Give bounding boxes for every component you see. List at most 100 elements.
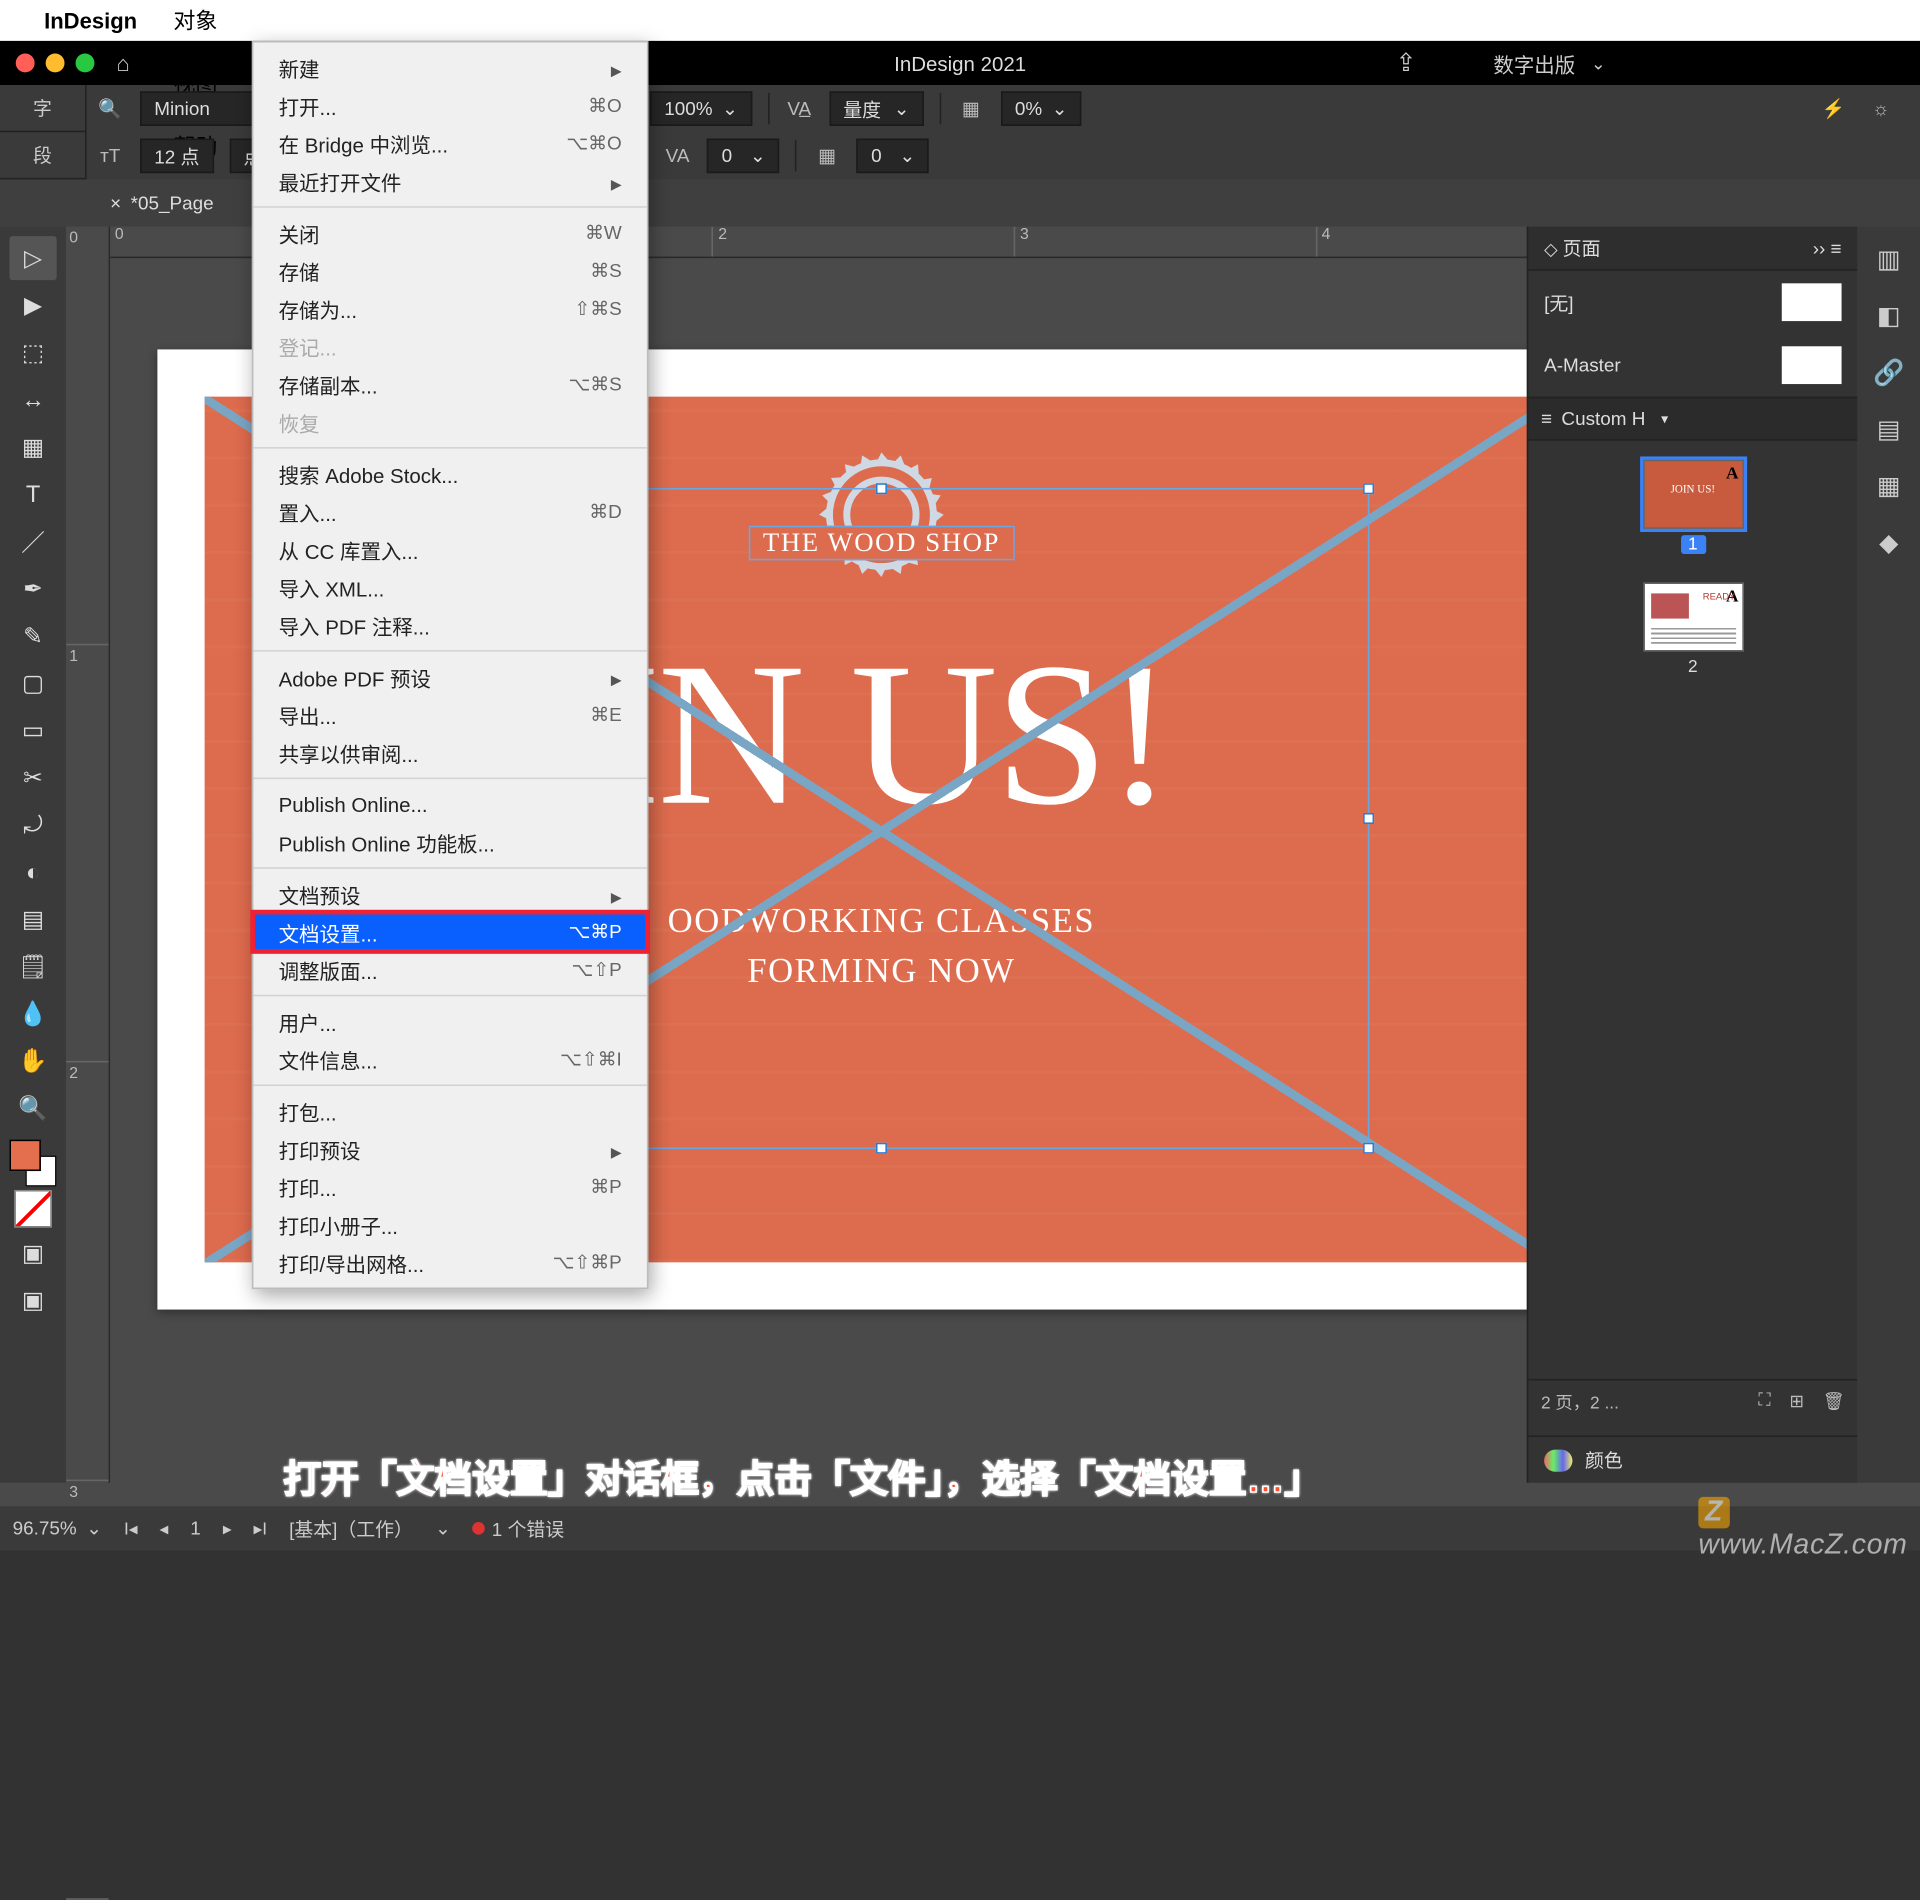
close-tab-icon[interactable]: ×: [110, 192, 121, 214]
page-thumb-2[interactable]: A READY: [1642, 582, 1743, 651]
menu-item-打印/导出网格[interactable]: 打印/导出网格...⌥⇧⌘P: [253, 1243, 647, 1281]
menu-item-文档设置[interactable]: 文档设置...⌥⌘P: [253, 913, 647, 951]
menu-item-打印小册子[interactable]: 打印小册子...: [253, 1206, 647, 1244]
panel-menu-icon[interactable]: ☼: [1867, 94, 1895, 122]
home-icon[interactable]: ⌂: [116, 50, 129, 75]
last-spread-button[interactable]: ▸I: [254, 1518, 268, 1538]
menu-item-存储[interactable]: 存储⌘S: [253, 252, 647, 290]
menu-item-AdobePDF预设[interactable]: Adobe PDF 预设: [253, 658, 647, 696]
menu-item-最近打开文件[interactable]: 最近打开文件: [253, 162, 647, 200]
normal-view-icon[interactable]: ▣: [9, 1231, 56, 1275]
default-fill-stroke[interactable]: [14, 1190, 52, 1228]
menu-item-从CC库置入[interactable]: 从 CC 库置入...: [253, 530, 647, 568]
fill-stroke-swatch[interactable]: [9, 1140, 56, 1187]
menu-表[interactable]: 表: [159, 36, 231, 67]
master-a-row[interactable]: A-Master: [1528, 334, 1857, 397]
menu-item-关闭[interactable]: 关闭⌘W: [253, 214, 647, 252]
kerning-field[interactable]: 量度⌄: [829, 91, 923, 126]
gap-tool[interactable]: ↔: [9, 378, 56, 422]
rectangle-tool[interactable]: ▭: [9, 708, 56, 752]
document-tab[interactable]: *05_Page: [131, 192, 214, 214]
tracking-field[interactable]: 0⌄: [707, 139, 779, 174]
swatches-dock-icon[interactable]: ▦: [1868, 466, 1909, 507]
menu-对象[interactable]: 对象: [159, 5, 231, 36]
scissors-tool[interactable]: ✂: [9, 756, 56, 800]
edit-page-size-icon[interactable]: ⛶: [1758, 1391, 1770, 1411]
type-tool[interactable]: T: [9, 472, 56, 516]
master-none-row[interactable]: [无]: [1528, 271, 1857, 334]
preview-view-icon[interactable]: ▣: [9, 1278, 56, 1322]
menu-item-文档预设[interactable]: 文档预设: [253, 875, 647, 913]
zoom-tool[interactable]: 🔍: [9, 1086, 56, 1130]
menu-item-打印[interactable]: 打印...⌘P: [253, 1168, 647, 1206]
menu-item-导入XML[interactable]: 导入 XML...: [253, 568, 647, 606]
page-field[interactable]: 1: [190, 1517, 201, 1539]
vertical-scale-field[interactable]: 100%⌄: [650, 91, 752, 126]
gradient-swatch-tool[interactable]: ◐: [9, 850, 56, 894]
new-page-icon[interactable]: ⊞: [1789, 1391, 1804, 1411]
menu-item-在Bridge中浏览[interactable]: 在 Bridge 中浏览...⌥⌘O: [253, 124, 647, 162]
free-transform-tool[interactable]: ⤾: [9, 803, 56, 847]
section-dropdown[interactable]: ≡ Custom H: [1528, 397, 1857, 441]
quick-apply-icon[interactable]: ⚡: [1820, 94, 1848, 122]
menu-item-打包[interactable]: 打包...: [253, 1092, 647, 1130]
rectangle-frame-tool[interactable]: ▢: [9, 661, 56, 705]
links-dock-icon[interactable]: 🔗: [1868, 353, 1909, 394]
search-icon[interactable]: 🔍: [96, 94, 124, 122]
menu-item-新建[interactable]: 新建: [253, 49, 647, 87]
first-spread-button[interactable]: I◂: [124, 1518, 138, 1538]
paragraph-mode-button[interactable]: 段: [0, 132, 85, 179]
pen-tool[interactable]: ✒: [9, 567, 56, 611]
hand-tool[interactable]: ✋: [9, 1039, 56, 1083]
stroke-dock-icon[interactable]: ▤: [1868, 409, 1909, 450]
menu-item-置入[interactable]: 置入...⌘D: [253, 493, 647, 531]
workspace-status[interactable]: [基本]（工作）: [289, 1515, 413, 1542]
preflight-status[interactable]: 1 个错误: [473, 1515, 564, 1542]
menu-item-打印预设[interactable]: 打印预设: [253, 1130, 647, 1168]
menu-item-搜索AdobeStock[interactable]: 搜索 Adobe Stock...: [253, 455, 647, 493]
baseline-pct-field[interactable]: 0%⌄: [1001, 91, 1082, 126]
close-window-button[interactable]: [16, 54, 35, 73]
menu-item-共享以供审阅[interactable]: 共享以供审阅...: [253, 733, 647, 771]
menu-item-打开[interactable]: 打开...⌘O: [253, 87, 647, 125]
page-thumbnails: A JOIN US! 1 A READY 2: [1528, 441, 1857, 1379]
pencil-tool[interactable]: ✎: [9, 614, 56, 658]
baseline-grid-icon[interactable]: ▦: [957, 94, 985, 122]
baseline-shift-icon[interactable]: ▦: [813, 142, 841, 170]
prev-spread-button[interactable]: ◂: [160, 1518, 169, 1538]
note-tool[interactable]: 🗒: [9, 944, 56, 988]
menu-item-导出[interactable]: 导出...⌘E: [253, 696, 647, 734]
pages-panel-header[interactable]: ◇ 页面 ›› ≡: [1528, 227, 1857, 271]
page-thumb-1[interactable]: A JOIN US!: [1642, 460, 1743, 529]
menu-item-文件信息[interactable]: 文件信息...⌥⇧⌘I: [253, 1040, 647, 1078]
menu-item-导入PDF注释[interactable]: 导入 PDF 注释...: [253, 606, 647, 644]
font-size-field[interactable]: 12 点: [140, 139, 213, 174]
workspace-switcher[interactable]: 数字出版: [1493, 48, 1605, 78]
next-spread-button[interactable]: ▸: [223, 1518, 232, 1538]
menu-item-调整版面[interactable]: 调整版面...⌥⇧P: [253, 951, 647, 989]
share-icon[interactable]: ⇪: [1395, 47, 1416, 78]
menu-item-存储副本[interactable]: 存储副本...⌥⌘S: [253, 365, 647, 403]
zoom-field[interactable]: 96.75% ⌄: [13, 1517, 102, 1539]
minimize-window-button[interactable]: [46, 54, 65, 73]
menu-item-PublishOnline功能板[interactable]: Publish Online 功能板...: [253, 823, 647, 861]
gradient-feather-tool[interactable]: ▤: [9, 897, 56, 941]
cc-libs-dock-icon[interactable]: ◆: [1868, 523, 1909, 564]
selection-tool[interactable]: ▷: [9, 236, 56, 280]
eyedropper-tool[interactable]: 💧: [9, 992, 56, 1036]
menu-item-PublishOnline[interactable]: Publish Online...: [253, 785, 647, 823]
delete-page-icon[interactable]: 🗑: [1823, 1391, 1845, 1411]
menu-item-用户[interactable]: 用户...: [253, 1003, 647, 1041]
skew-field[interactable]: 0⌄: [857, 139, 929, 174]
page-tool[interactable]: ⬚: [9, 331, 56, 375]
zoom-window-button[interactable]: [76, 54, 95, 73]
direct-selection-tool[interactable]: ▶: [9, 283, 56, 327]
app-name[interactable]: InDesign: [44, 8, 137, 33]
pages-dock-icon[interactable]: ▥: [1868, 239, 1909, 280]
content-collector-tool[interactable]: ▦: [9, 425, 56, 469]
color-panel-collapsed[interactable]: 颜色: [1528, 1435, 1857, 1482]
line-tool[interactable]: ／: [9, 519, 56, 563]
menu-item-存储为[interactable]: 存储为...⇧⌘S: [253, 290, 647, 328]
character-mode-button[interactable]: 字: [0, 85, 85, 132]
layers-dock-icon[interactable]: ◧: [1868, 296, 1909, 337]
